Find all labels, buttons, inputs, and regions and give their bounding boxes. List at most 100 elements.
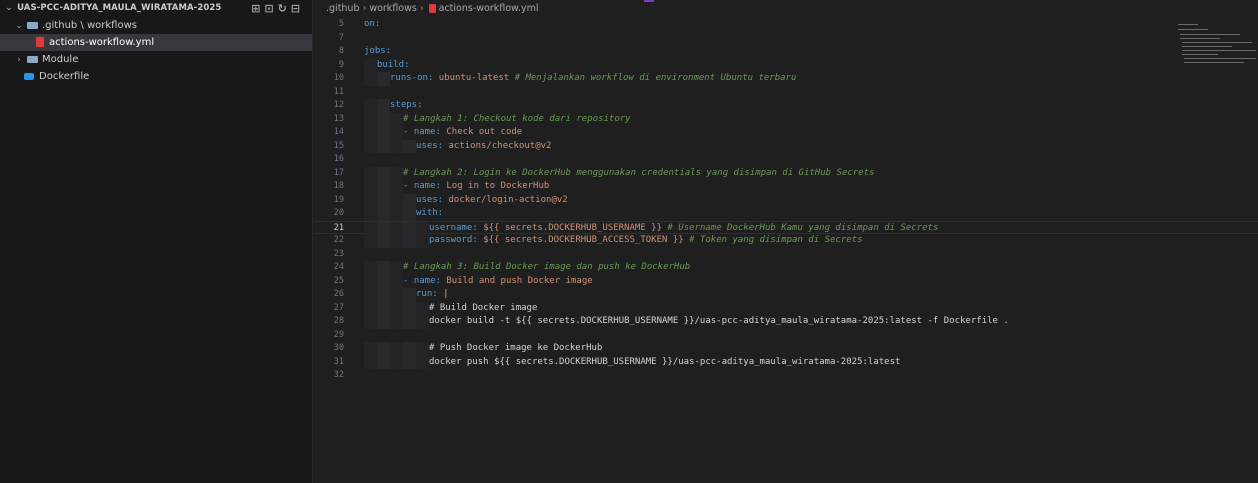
yaml-value: Build and push Docker image	[440, 275, 593, 286]
yaml-key: runs-on:	[390, 73, 434, 83]
breadcrumb-separator-icon: ›	[419, 3, 424, 14]
refresh-icon[interactable]: ↻	[278, 2, 291, 15]
tab-accent	[644, 0, 654, 2]
code-line[interactable]: 17 # Langkah 2: Login ke DockerHub menggu…	[314, 166, 1258, 181]
folder-icon	[27, 55, 38, 63]
code-line[interactable]: 12 steps:	[314, 99, 1258, 113]
yaml-value: docker/login-action@v2	[443, 194, 568, 205]
explorer-item-module[interactable]: › Module	[0, 51, 312, 68]
explorer-item-github-workflows[interactable]: ⌄ .github \ workflows	[0, 17, 312, 34]
yaml-key: - name:	[403, 127, 441, 137]
collapse-all-icon[interactable]: ⊟	[291, 2, 304, 15]
code-line[interactable]: 14 - name: Check out code	[314, 126, 1258, 140]
code-line[interactable]: 29	[314, 329, 1258, 343]
code-line[interactable]: 18 - name: Log in to DockerHub	[314, 180, 1258, 194]
line-number: 18	[333, 181, 344, 191]
code-comment: # Username DockerHub Kamu yang disimpan …	[662, 222, 939, 233]
code-line[interactable]: 25 - name: Build and push Docker image	[314, 274, 1258, 288]
yaml-file-icon	[36, 37, 44, 47]
code-line[interactable]: 31 docker push ${{ secrets.DOCKERHUB_USER…	[314, 355, 1258, 369]
code-line[interactable]: 24 # Langkah 3: Build Docker image dan pu…	[314, 261, 1258, 275]
line-number: 17	[333, 167, 344, 178]
line-number: 10	[333, 73, 344, 83]
breadcrumb-item[interactable]: .github	[326, 3, 360, 14]
code-line[interactable]: 23	[314, 248, 1258, 262]
explorer-root-folder[interactable]: ⌄ UAS-PCC-ADITYA_MAULA_WIRATAMA-2025 ⊞⊡↻…	[0, 0, 312, 17]
yaml-value: ubuntu-latest	[433, 73, 510, 83]
shell-text: docker push ${{ secrets.DOCKERHUB_USERNA…	[429, 356, 901, 367]
line-number: 31	[333, 356, 344, 367]
code-line[interactable]: 11	[314, 86, 1258, 100]
new-file-icon[interactable]: ⊞	[251, 2, 264, 15]
breadcrumb: .github › workflows › actions-workflow.yml	[326, 0, 538, 17]
breadcrumb-item[interactable]: workflows	[369, 3, 417, 14]
code-line[interactable]: 26 run: |	[314, 288, 1258, 302]
code-line[interactable]: 19 uses: docker/login-action@v2	[314, 193, 1258, 208]
code-area[interactable]: 5 on: 7 8 jobs: 9 build: 10 runs-on: ubuntu-late…	[314, 18, 1258, 383]
chevron-down-icon[interactable]: ⌄	[4, 0, 14, 17]
yaml-file-icon	[428, 4, 436, 13]
explorer-item-actions-workflow[interactable]: actions-workflow.yml	[0, 34, 312, 51]
explorer-item-dockerfile[interactable]: Dockerfile	[0, 68, 312, 85]
code-line[interactable]: 28 docker build -t ${{ secrets.DOCKERHUB_…	[314, 315, 1258, 329]
shell-text: # Push Docker image ke DockerHub	[429, 343, 603, 353]
explorer-item-label: Dockerfile	[39, 71, 90, 82]
code-line[interactable]: 16	[314, 153, 1258, 167]
code-text: # Langkah 2: Login ke DockerHub mengguna…	[403, 167, 874, 181]
code-text: uses: docker/login-action@v2	[416, 194, 568, 208]
line-number: 29	[333, 329, 344, 340]
code-line[interactable]: 13 # Langkah 1: Checkout kode dari reposi…	[314, 112, 1258, 126]
line-number: 8	[338, 46, 344, 56]
line-number: 30	[333, 343, 344, 353]
shell-text: # Build Docker image	[429, 302, 538, 313]
yaml-key: password:	[429, 235, 478, 245]
chevron-right-icon: ›	[17, 55, 21, 65]
line-number: 25	[333, 275, 344, 286]
code-line[interactable]: 32	[314, 369, 1258, 383]
yaml-value: actions/checkout@v2	[443, 140, 552, 151]
yaml-value: Log in to DockerHub	[440, 181, 550, 191]
code-line[interactable]: 8 jobs:	[314, 45, 1258, 59]
code-line[interactable]: 21 username: ${{ secrets.DOCKERHUB_USERNA…	[314, 220, 1258, 235]
line-number: 21	[333, 222, 344, 233]
yaml-key: jobs:	[364, 46, 392, 56]
new-folder-icon[interactable]: ⊡	[264, 2, 277, 15]
code-line[interactable]: 30 # Push Docker image ke DockerHub	[314, 342, 1258, 356]
code-text: # Langkah 3: Build Docker image dan push…	[403, 261, 690, 275]
breadcrumb-separator-icon: ›	[362, 3, 367, 14]
chevron-down-icon: ⌄	[15, 21, 23, 31]
line-number: 28	[333, 316, 344, 326]
editor[interactable]: .github › workflows › actions-workflow.yml 5…	[314, 0, 1258, 483]
line-number: 13	[333, 113, 344, 124]
code-text: jobs:	[364, 45, 391, 59]
code-line[interactable]: 10 runs-on: ubuntu-latest # Menjalankan w…	[314, 72, 1258, 86]
yaml-key: uses:	[416, 140, 444, 151]
code-text: with:	[416, 207, 443, 221]
code-text: on:	[364, 18, 380, 32]
yaml-key: username:	[429, 222, 478, 233]
code-line[interactable]: 20 with:	[314, 207, 1258, 221]
explorer-item-label: .github \ workflows	[42, 20, 137, 31]
code-comment: # Langkah 1: Checkout kode dari reposito…	[403, 113, 631, 124]
minimap[interactable]	[1174, 20, 1258, 80]
code-text: build:	[377, 59, 410, 73]
code-text: - name: Check out code	[403, 126, 522, 140]
code-text: password: ${{ secrets.DOCKERHUB_ACCESS_T…	[429, 234, 863, 248]
code-line[interactable]: 7	[314, 32, 1258, 46]
line-number: 23	[333, 248, 344, 259]
yaml-key: with:	[416, 208, 444, 218]
code-text: uses: actions/checkout@v2	[416, 140, 551, 154]
yaml-key: uses:	[416, 194, 444, 205]
code-line[interactable]: 5 on:	[314, 18, 1258, 32]
breadcrumb-item[interactable]: actions-workflow.yml	[439, 3, 539, 14]
yaml-key: steps:	[390, 100, 423, 110]
line-number: 9	[338, 59, 344, 70]
code-line[interactable]: 27 # Build Docker image	[314, 301, 1258, 315]
code-line[interactable]: 22 password: ${{ secrets.DOCKERHUB_ACCESS…	[314, 234, 1258, 248]
root-folder-label: UAS-PCC-ADITYA_MAULA_WIRATAMA-2025	[17, 3, 222, 13]
code-line[interactable]: 9 build:	[314, 58, 1258, 73]
explorer-item-label: actions-workflow.yml	[49, 37, 155, 48]
yaml-key: - name:	[403, 275, 441, 286]
yaml-key: run:	[416, 289, 438, 299]
code-line[interactable]: 15 uses: actions/checkout@v2	[314, 139, 1258, 154]
